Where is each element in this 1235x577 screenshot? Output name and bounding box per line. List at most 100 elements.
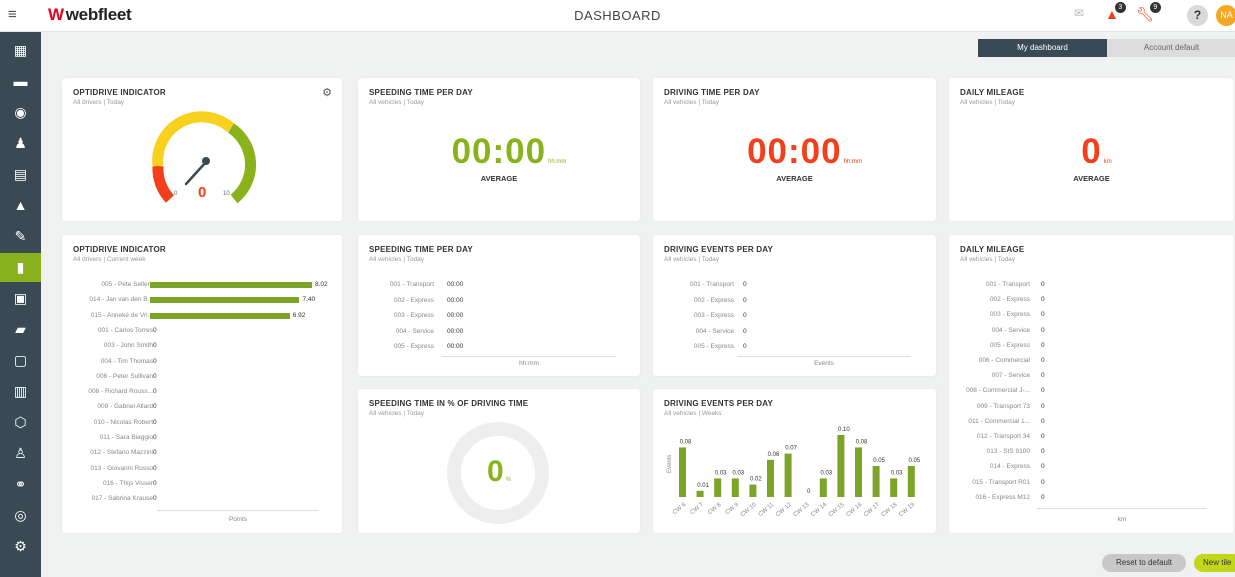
service-count-badge: 9 <box>1149 2 1161 13</box>
list-item-label: 005 - Express <box>693 343 734 350</box>
axis-line <box>1037 508 1207 509</box>
bar-value-label: 0 <box>807 489 811 495</box>
tile-subtitle: All vehicles | Today <box>664 99 720 106</box>
bar-cw14[interactable] <box>819 478 827 497</box>
bar-cw19[interactable] <box>907 466 915 497</box>
list-item-label: 012 - Stefano Mazzini <box>90 449 153 457</box>
optidrive-week-tile[interactable]: OPTIDRIVE INDICATOR All drivers | Curren… <box>62 235 342 533</box>
user-icon[interactable]: ♙ <box>0 439 41 468</box>
driving-time-value: 00:00 hh:mm <box>747 132 862 171</box>
report-icon[interactable]: ▣ <box>0 284 41 313</box>
map-icon[interactable]: ▦ <box>0 36 41 65</box>
bar-cw16[interactable] <box>855 447 862 497</box>
bar-cw7[interactable] <box>696 490 704 497</box>
list-item-label: 005 - Pete Sellers <box>101 281 153 288</box>
new-tile-button[interactable]: New tile <box>1194 554 1235 572</box>
bar-cw11[interactable] <box>767 459 774 497</box>
area-icon[interactable]: ⬡ <box>0 408 41 437</box>
clipboard-icon[interactable]: ▤ <box>0 160 41 189</box>
list-item-label: 015 - Anneké de Vri... <box>90 311 153 319</box>
wrench-service-icon[interactable]: 🔧︎ 9 <box>1136 2 1161 23</box>
bar-cw8[interactable] <box>714 478 722 497</box>
car-icon[interactable]: ▬ <box>0 67 41 96</box>
bar-cw15[interactable] <box>837 435 845 497</box>
bar-cw6[interactable] <box>679 447 686 497</box>
gauge-hub <box>202 157 210 165</box>
bar-value-label: 0.03 <box>732 470 744 476</box>
speeding-percent-tile[interactable]: SPEEDING TIME IN % OF DRIVING TIME All v… <box>358 389 640 533</box>
avatar[interactable]: NA <box>1216 5 1235 26</box>
list-item-label: 001 - Transport <box>389 281 434 288</box>
tile-title: SPEEDING TIME PER DAY <box>369 88 473 97</box>
list-item-label: 011 - Commercial 1... <box>968 417 1030 425</box>
bar-cw9[interactable] <box>731 478 739 497</box>
list-item-label: 005 - Express <box>393 343 434 350</box>
camera-icon[interactable]: ▢ <box>0 346 41 375</box>
bar-cw17[interactable] <box>872 466 880 497</box>
list-item-label: 014 - Jan van den B... <box>89 296 153 304</box>
speeding-list-tile[interactable]: SPEEDING TIME PER DAY All vehicles | Tod… <box>358 235 640 376</box>
bar-value-label: 0.01 <box>697 483 709 489</box>
axis-line <box>442 356 616 357</box>
x-tick-label: CW 11 <box>758 502 776 519</box>
list-item-label: 013 - Giovanni Russo <box>90 464 153 472</box>
list-item-label: 011 - Sara Biaggio <box>99 434 153 441</box>
chart-icon[interactable]: ▮ <box>0 253 41 282</box>
driving-events-weeks-tile[interactable]: DRIVING EVENTS PER DAY All vehicles | We… <box>653 389 936 533</box>
signal-icon[interactable]: ◉ <box>0 98 41 127</box>
bar[interactable] <box>150 282 312 288</box>
network-icon[interactable]: ⚭ <box>0 470 41 499</box>
bar-value-label: 0.03 <box>820 470 832 476</box>
tile-subtitle: All drivers | Current week <box>73 256 146 263</box>
average-label: AVERAGE <box>1073 174 1110 183</box>
tile-subtitle: All vehicles | Today <box>664 256 720 263</box>
warning-icon[interactable]: ▲ <box>0 191 41 220</box>
reset-to-default-button[interactable]: Reset to default <box>1102 554 1186 572</box>
bar-value-label: 0.03 <box>715 470 727 476</box>
my-dashboard-tab[interactable]: My dashboard <box>978 39 1107 57</box>
bar-cw18[interactable] <box>890 478 898 497</box>
help-button[interactable]: ? <box>1187 5 1208 26</box>
alert-icon[interactable]: ▲ 3 <box>1105 2 1126 22</box>
bar[interactable] <box>150 297 300 304</box>
truck-icon[interactable]: ▰ <box>0 315 41 344</box>
daily-mileage-value: 0 km <box>1081 132 1112 171</box>
bar-cw10[interactable] <box>749 484 757 497</box>
bar-value-label: 0.05 <box>873 458 885 464</box>
speeding-time-tile[interactable]: SPEEDING TIME PER DAY All vehicles | Tod… <box>358 78 640 221</box>
envelope-icon[interactable]: ✉ <box>1074 6 1084 20</box>
page-title: DASHBOARD <box>574 8 661 23</box>
driving-time-tile[interactable]: DRIVING TIME PER DAY All vehicles | Toda… <box>653 78 936 221</box>
tile-title: DRIVING TIME PER DAY <box>664 88 760 97</box>
axis-line <box>157 510 319 511</box>
daily-mileage-tile[interactable]: DAILY MILEAGE All vehicles | Today 0 km A… <box>949 78 1234 221</box>
bar-value-label: 0.07 <box>785 446 797 452</box>
optidrive-gauge-tile[interactable]: OPTIDRIVE INDICATOR All drivers | Today … <box>62 78 342 221</box>
settings-icon[interactable]: ⚙ <box>0 532 41 561</box>
tile-title: DRIVING EVENTS PER DAY <box>664 245 774 254</box>
driver-icon[interactable]: ♟ <box>0 129 41 158</box>
tile-subtitle: All vehicles | Today <box>960 99 1016 106</box>
driving-events-list-tile[interactable]: DRIVING EVENTS PER DAY All vehicles | To… <box>653 235 936 376</box>
target-icon[interactable]: ◎ <box>0 501 41 530</box>
tile-title: OPTIDRIVE INDICATOR <box>73 245 166 254</box>
list-item-label: 013 - StS 9100 <box>986 448 1030 456</box>
list-item-label: 001 - Carlos Torres <box>97 326 153 334</box>
tile-subtitle: All vehicles | Today <box>369 99 425 106</box>
axis-label: hh:mm <box>519 360 539 367</box>
account-default-tab[interactable]: Account default <box>1107 39 1235 57</box>
list-item-label: 015 - Transport R01 <box>972 478 1030 486</box>
dashboard-toggle: My dashboard Account default <box>978 39 1235 57</box>
axis-line <box>737 356 911 357</box>
mileage-list-tile[interactable]: DAILY MILEAGE All vehicles | Today 001 -… <box>949 235 1234 533</box>
list-item-label: 002 - Express <box>693 296 734 304</box>
wrench-icon[interactable]: ✎ <box>0 222 41 251</box>
top-bar: ≡ Wwebfleet DASHBOARD ✉ ▲ 3 🔧︎ 9 ? NA <box>0 0 1235 32</box>
bar[interactable] <box>150 312 290 319</box>
axis-label: Events <box>814 360 834 367</box>
list-item-label: 006 - Peter Sullivan <box>96 372 153 380</box>
building-icon[interactable]: ▥ <box>0 377 41 406</box>
list-item-label: 009 - Transport 73 <box>976 402 1030 410</box>
bar-cw12[interactable] <box>784 453 792 497</box>
list-item-label: 016 - Express M12 <box>975 493 1030 501</box>
